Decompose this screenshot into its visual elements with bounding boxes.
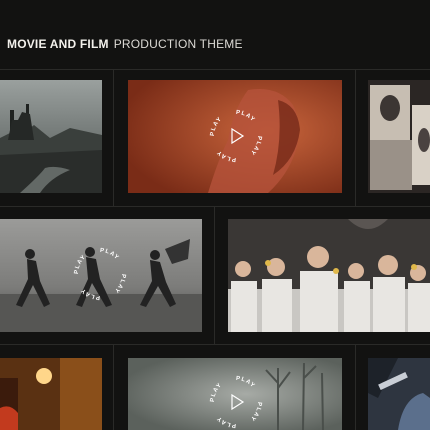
divider bbox=[113, 69, 114, 206]
thumbnail-running-figures[interactable]: PLAY PLAY PLAY PLAY bbox=[0, 219, 202, 332]
page-title: MOVIE AND FILM PRODUCTION THEME bbox=[7, 35, 243, 53]
thumbnail-vintage-photos[interactable] bbox=[368, 80, 430, 193]
thumbnail-blue-still[interactable] bbox=[368, 358, 430, 430]
thumbnail-choir-boys[interactable] bbox=[228, 219, 430, 332]
divider bbox=[0, 344, 430, 345]
thumbnail-warm-interior[interactable] bbox=[0, 358, 102, 430]
divider bbox=[0, 69, 430, 70]
page-title-rest: PRODUCTION THEME bbox=[113, 37, 243, 51]
thumbnail-castle-landscape[interactable] bbox=[0, 80, 102, 193]
thumbnail-foggy-forest[interactable]: PLAY PLAY PLAY PLAY bbox=[128, 358, 342, 430]
divider bbox=[355, 69, 356, 206]
divider bbox=[355, 344, 356, 430]
page-title-bold: MOVIE AND FILM bbox=[7, 37, 109, 51]
divider bbox=[0, 206, 430, 207]
thumbnail-red-portrait[interactable]: PLAY PLAY PLAY PLAY bbox=[128, 80, 342, 193]
divider bbox=[214, 206, 215, 344]
divider bbox=[113, 344, 114, 430]
